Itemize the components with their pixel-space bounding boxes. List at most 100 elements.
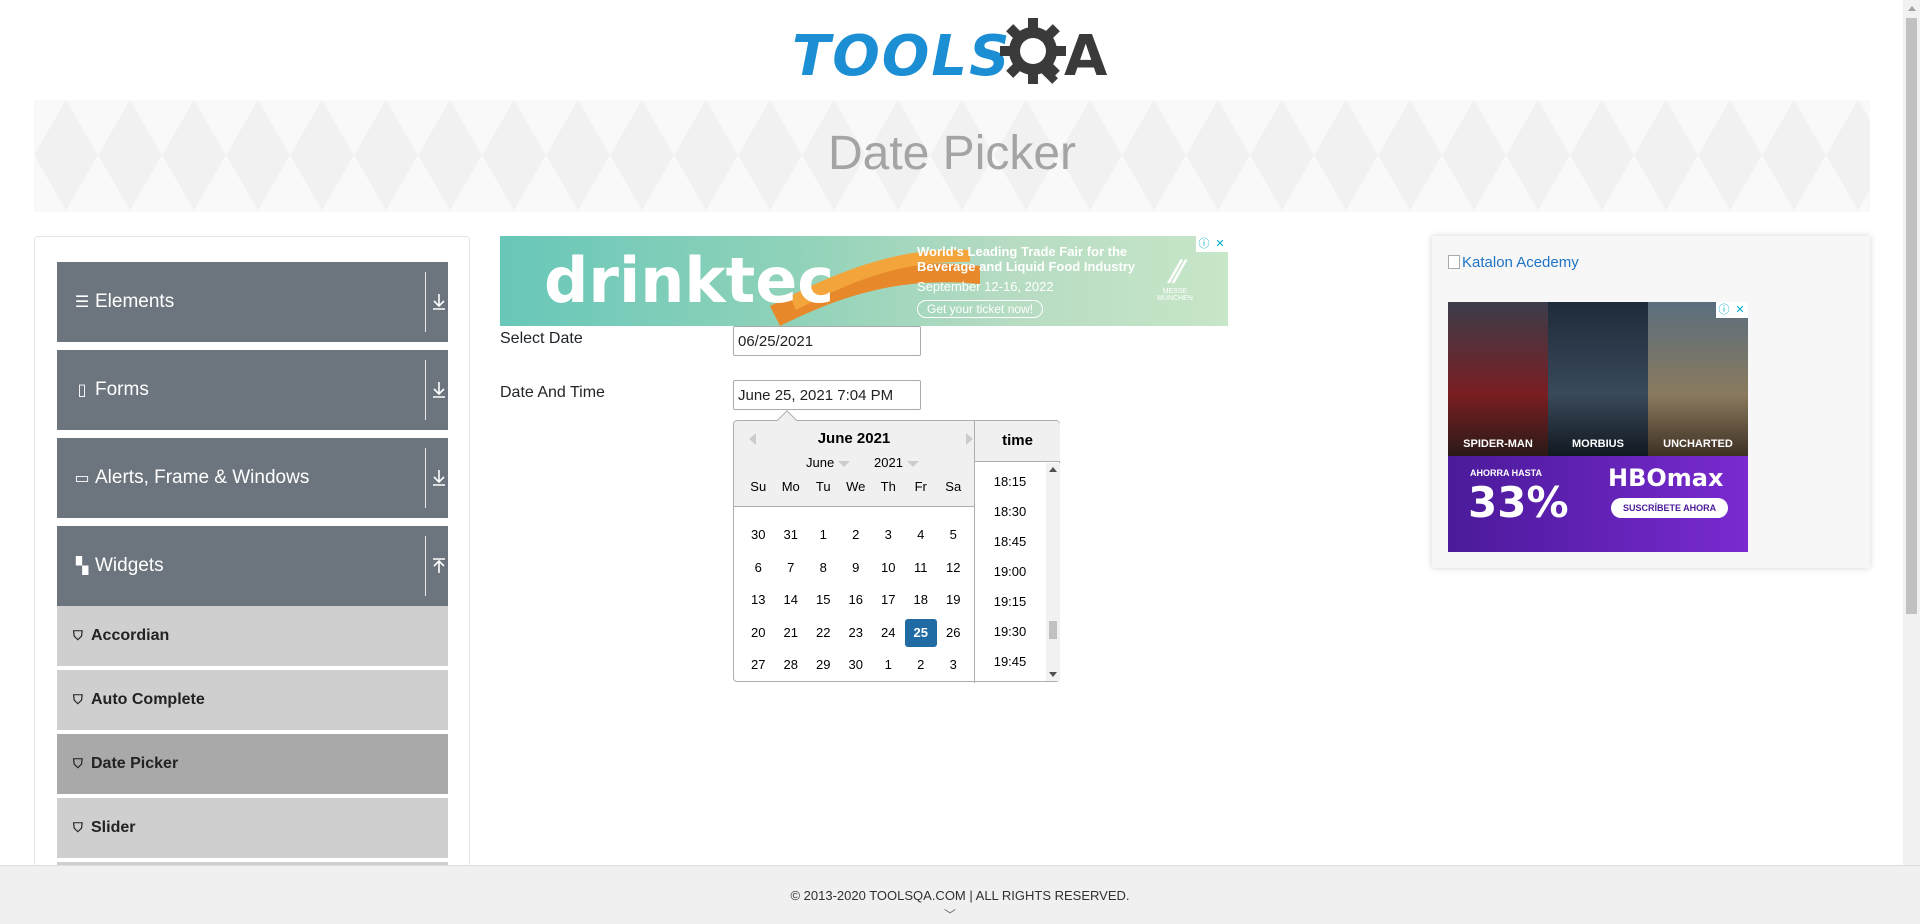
calendar-day[interactable]: 1 (807, 521, 840, 549)
calendar-day[interactable]: 15 (807, 586, 840, 614)
month-select-value: June (806, 455, 835, 470)
ad-badge[interactable]: ⓘ ✕ (1716, 302, 1748, 318)
calendar-day[interactable]: 16 (840, 586, 873, 614)
calendar-day[interactable]: 19 (937, 586, 970, 614)
sidebar-item-auto-complete[interactable]: ⛉ Auto Complete (57, 670, 448, 732)
ad-badge[interactable]: ⓘ ✕ (1196, 236, 1228, 252)
calendar-day[interactable]: 24 (872, 619, 905, 647)
scrollbar-thumb[interactable] (1049, 621, 1057, 639)
date-time-input[interactable] (733, 380, 921, 410)
calendar-day[interactable]: 13 (742, 586, 775, 614)
ad-banner-top[interactable]: drinktec World's Leading Trade Fair for … (500, 236, 1228, 326)
calendar-day[interactable]: 26 (937, 619, 970, 647)
calendar-day[interactable]: 6 (742, 554, 775, 582)
adchoices-icon[interactable]: ⓘ (1716, 302, 1732, 318)
upload-icon[interactable] (429, 526, 448, 606)
year-select[interactable]: 2021 (874, 455, 919, 470)
download-icon[interactable] (429, 262, 448, 342)
calendar-day[interactable]: 10 (872, 554, 905, 582)
close-icon[interactable]: ✕ (1732, 302, 1748, 318)
calendar-day[interactable]: 20 (742, 619, 775, 647)
calendar-day[interactable]: 30 (742, 521, 775, 549)
calendar-day[interactable]: 28 (775, 651, 808, 679)
calendar-day[interactable]: 7 (775, 554, 808, 582)
document-icon: ▯ (77, 382, 87, 399)
calendar-day[interactable]: 12 (937, 554, 970, 582)
close-icon[interactable]: ✕ (1212, 236, 1228, 252)
calendar-day[interactable]: 30 (840, 651, 873, 679)
sidebar: ☰ Elements ▯ Forms ▭ Alerts, Frame & Window… (34, 236, 470, 876)
scroll-up-arrow-icon[interactable] (1049, 467, 1057, 472)
calendar-day[interactable]: 27 (742, 651, 775, 679)
sidebar-group-widgets[interactable]: ▚ Widgets (57, 526, 448, 606)
sidebar-group-forms[interactable]: ▯ Forms (57, 350, 448, 430)
calendar-day[interactable]: 4 (905, 521, 938, 549)
page-scrollbar[interactable] (1903, 0, 1920, 865)
ad-headline-1: World's Leading Trade Fair for the (917, 244, 1128, 259)
messe-line-2: MÜNCHEN (1157, 295, 1193, 302)
ad-cta-button[interactable]: Get your ticket now! (917, 300, 1044, 318)
sidebar-item-accordian[interactable]: ⛉ Accordian (57, 606, 448, 668)
scrollbar-thumb[interactable] (1906, 18, 1917, 614)
poster-uncharted: UNCHARTED (1648, 302, 1748, 456)
html5-icon: ⛉ (73, 628, 83, 643)
calendar-day[interactable]: 11 (905, 554, 938, 582)
download-icon[interactable] (429, 350, 448, 430)
calendar-day[interactable]: 5 (937, 521, 970, 549)
adchoices-icon[interactable]: ⓘ (1196, 236, 1212, 252)
time-option[interactable]: 19:30 (975, 617, 1045, 647)
hbomax-ad[interactable]: SPIDER-MAN MORBIUS UNCHARTED AHORRA HAST… (1448, 302, 1748, 552)
logo-suffix: A (1064, 24, 1108, 89)
time-option[interactable]: 19:45 (975, 647, 1045, 677)
sidebar-item-label: Date Picker (91, 755, 179, 772)
widgets-icon: ▚ (75, 558, 89, 575)
calendar-day[interactable]: 2 (905, 651, 938, 679)
time-scrollbar[interactable] (1046, 463, 1060, 681)
calendar-day[interactable]: 8 (807, 554, 840, 582)
time-option[interactable]: 19:00 (975, 557, 1045, 587)
calendar-day[interactable]: 17 (872, 586, 905, 614)
scroll-up-arrow-icon[interactable] (1908, 6, 1916, 11)
sidebar-item-date-picker[interactable]: ⛉ Date Picker (57, 734, 448, 796)
katalon-image-link[interactable]: Katalon Acedemy (1448, 254, 1579, 271)
katalon-alt-text: Katalon Acedemy (1462, 254, 1579, 271)
next-month-button[interactable] (966, 433, 973, 445)
calendar-day[interactable]: 29 (807, 651, 840, 679)
sidebar-group-label: Forms (95, 379, 149, 400)
calendar-day[interactable]: 23 (840, 619, 873, 647)
fine-print (1466, 528, 1730, 546)
ad-sidebar-right[interactable]: Katalon Acedemy SPIDER-MAN MORBIUS UNCHA… (1432, 236, 1870, 568)
calendar-days: 30 31 1 2 3 4 5 6 7 8 9 10 11 12 13 14 1… (742, 519, 970, 682)
time-option[interactable]: 18:30 (975, 497, 1045, 527)
download-icon[interactable] (429, 438, 448, 518)
sidebar-group-alerts[interactable]: ▭ Alerts, Frame & Windows (57, 438, 448, 518)
select-date-input[interactable] (733, 326, 921, 356)
month-select[interactable]: June (806, 455, 851, 470)
calendar-day[interactable]: 2 (840, 521, 873, 549)
calendar-day[interactable]: 3 (872, 521, 905, 549)
calendar-day[interactable]: 3 (937, 651, 970, 679)
calendar-week: 27 28 29 30 1 2 3 (742, 649, 970, 682)
calendar-day-selected[interactable]: 25 (904, 618, 937, 647)
subscribe-button[interactable]: SUSCRÍBETE AHORA (1611, 498, 1729, 518)
scroll-down-arrow-icon[interactable] (1049, 672, 1057, 677)
calendar-day[interactable]: 18 (905, 586, 938, 614)
time-header: time (975, 421, 1060, 462)
time-option[interactable]: 19:15 (975, 587, 1045, 617)
sidebar-group-elements[interactable]: ☰ Elements (57, 262, 448, 342)
sidebar-item-slider[interactable]: ⛉ Slider (57, 798, 448, 860)
calendar-day[interactable]: 1 (872, 651, 905, 679)
calendar-day[interactable]: 9 (840, 554, 873, 582)
page-banner: Date Picker (34, 100, 1870, 212)
calendar-day[interactable]: 31 (775, 521, 808, 549)
chevron-down-icon[interactable]: ﹀ (944, 906, 956, 923)
calendar-week: 30 31 1 2 3 4 5 (742, 519, 970, 552)
time-list[interactable]: 18:15 18:30 18:45 19:00 19:15 19:30 19:4… (975, 467, 1045, 677)
calendar-day[interactable]: 22 (807, 619, 840, 647)
calendar-day[interactable]: 21 (775, 619, 808, 647)
time-option[interactable]: 18:15 (975, 467, 1045, 497)
time-option[interactable]: 18:45 (975, 527, 1045, 557)
toolsqa-logo[interactable]: TOOLS A (792, 16, 1114, 90)
sidebar-item-label: Accordian (91, 627, 170, 644)
calendar-day[interactable]: 14 (775, 586, 808, 614)
